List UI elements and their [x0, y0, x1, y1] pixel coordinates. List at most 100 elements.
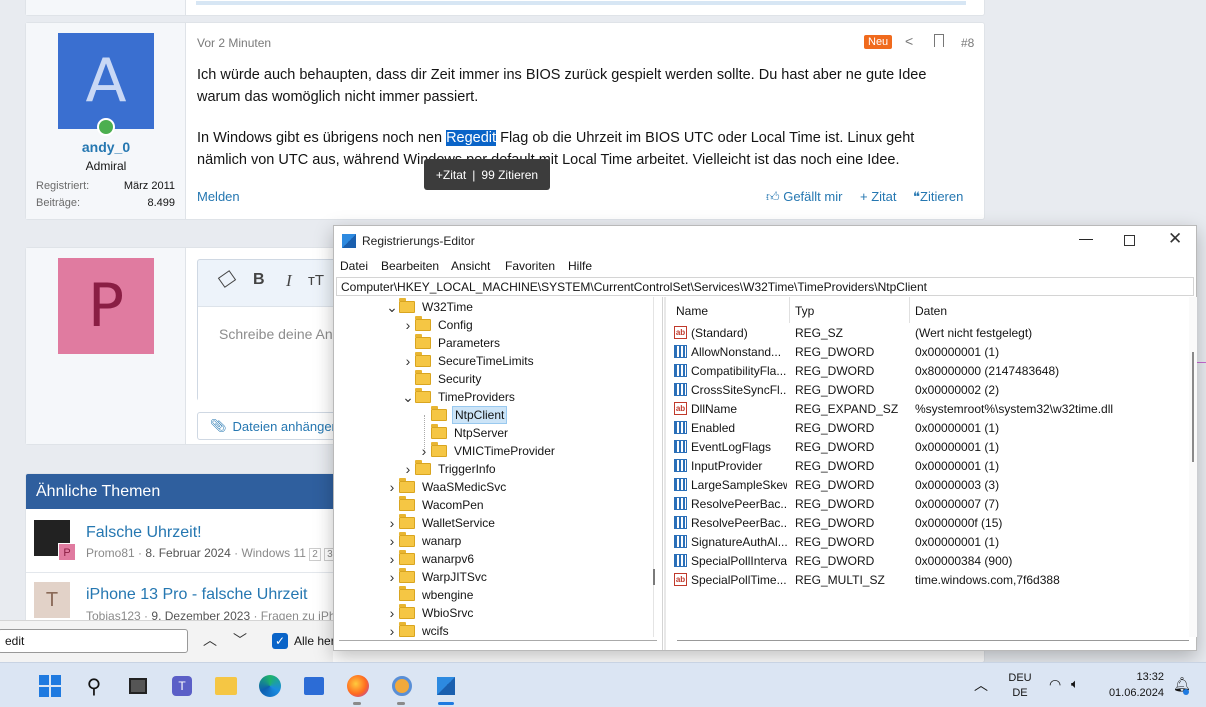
chevron-right-icon[interactable]: ›: [401, 317, 415, 333]
value-row[interactable]: EventLogFlags REG_DWORD 0x00000001 (1): [667, 437, 1197, 456]
column-data[interactable]: Daten: [915, 304, 947, 318]
minimize-icon[interactable]: —: [1079, 230, 1093, 246]
tree-node[interactable]: › wanarpv6: [385, 550, 476, 568]
tree-node[interactable]: › Config: [401, 316, 475, 334]
wifi-icon[interactable]: ◠: [1049, 676, 1061, 693]
bold-button[interactable]: B: [253, 271, 265, 289]
column-type[interactable]: Typ: [795, 304, 814, 318]
chevron-right-icon[interactable]: ›: [401, 461, 415, 477]
author-name[interactable]: andy_0: [26, 139, 186, 155]
tree-node[interactable]: ⌄ TimeProviders: [401, 388, 517, 406]
tree-node[interactable]: Parameters: [401, 334, 502, 352]
message-input[interactable]: Schreibe deine An: [219, 326, 333, 342]
value-row[interactable]: SpecialPollInterval REG_DWORD 0x00000384 (…: [667, 551, 1197, 570]
chevron-right-icon[interactable]: ›: [401, 353, 415, 369]
value-row[interactable]: CrossSiteSyncFl... REG_DWORD 0x00000002 (2…: [667, 380, 1197, 399]
cite-button[interactable]: ❝Zitieren: [913, 189, 963, 205]
tree-node[interactable]: › wanarp: [385, 532, 463, 550]
input-language[interactable]: DEU DE: [1008, 672, 1032, 699]
value-row[interactable]: AllowNonstand... REG_DWORD 0x00000001 (1): [667, 342, 1197, 361]
value-row[interactable]: ResolvePeerBac... REG_DWORD 0x0000000f (15…: [667, 513, 1197, 532]
clock[interactable]: 13:32 01.06.2024: [1100, 671, 1164, 699]
maximize-icon[interactable]: [1124, 235, 1135, 246]
text-size-button[interactable]: тT: [308, 272, 324, 289]
column-name[interactable]: Name: [676, 304, 708, 318]
value-row[interactable]: Enabled REG_DWORD 0x00000001 (1): [667, 418, 1197, 437]
like-button[interactable]: 👍︎ Gefällt mir: [766, 189, 842, 205]
value-row[interactable]: LargeSampleSkew REG_DWORD 0x00000003 (3): [667, 475, 1197, 494]
bookmark-icon[interactable]: [934, 34, 944, 47]
search-icon[interactable]: ⚲: [82, 674, 106, 698]
avatar[interactable]: A: [58, 33, 154, 129]
tree-node[interactable]: › WbioSrvc: [385, 604, 475, 622]
tree-node[interactable]: NtpServer: [417, 424, 510, 442]
thread-title-2[interactable]: iPhone 13 Pro - falsche Uhrzeit: [86, 586, 307, 604]
volume-icon[interactable]: 🔈︎: [1071, 676, 1079, 692]
values-vertical-scrollbar[interactable]: [1192, 352, 1194, 462]
tree-horizontal-scrollbar[interactable]: [339, 640, 657, 641]
value-row[interactable]: ab DllName REG_EXPAND_SZ %systemroot%\syste…: [667, 399, 1197, 418]
report-link[interactable]: Melden: [197, 189, 240, 204]
tree-node[interactable]: › wcifs: [385, 622, 451, 640]
menu-datei[interactable]: Datei: [340, 259, 368, 273]
chevron-right-icon[interactable]: ›: [385, 623, 399, 639]
tooltip-quote-button[interactable]: +Zitat: [436, 168, 466, 182]
tree-node[interactable]: › WaaSMedicSvc: [385, 478, 508, 496]
tree-node[interactable]: ⌄ W32Time: [385, 298, 475, 316]
post-number[interactable]: #8: [961, 36, 974, 50]
tree-node[interactable]: wbengine: [385, 586, 475, 604]
value-row[interactable]: CompatibilityFla... REG_DWORD 0x80000000 (…: [667, 361, 1197, 380]
value-row[interactable]: ab (Standard) REG_SZ (Wert nicht festgelegt…: [667, 323, 1197, 342]
teams-icon[interactable]: T: [170, 674, 194, 698]
tree-node[interactable]: › WarpJITSvc: [385, 568, 489, 586]
chevron-right-icon[interactable]: ›: [385, 515, 399, 531]
tree-node[interactable]: WacomPen: [385, 496, 486, 514]
address-bar[interactable]: Computer\HKEY_LOCAL_MACHINE\SYSTEM\Curre…: [336, 277, 1194, 296]
highlight-all-checkbox[interactable]: ✓: [272, 633, 288, 649]
find-next-icon[interactable]: ﹀: [233, 630, 247, 650]
chevron-down-icon[interactable]: ⌄: [385, 299, 399, 316]
close-icon[interactable]: ✕: [1168, 229, 1182, 249]
share-icon[interactable]: <: [905, 33, 913, 49]
thread-title-1[interactable]: Falsche Uhrzeit!: [86, 524, 202, 542]
values-horizontal-scrollbar[interactable]: [677, 640, 1189, 641]
tree-node[interactable]: › SecureTimeLimits: [401, 352, 536, 370]
chevron-right-icon[interactable]: ›: [385, 533, 399, 549]
pane-splitter[interactable]: [664, 297, 666, 650]
page-link[interactable]: 2: [309, 548, 321, 561]
store-icon[interactable]: [302, 674, 326, 698]
menu-favoriten[interactable]: Favoriten: [505, 259, 555, 273]
menu-bearbeiten[interactable]: Bearbeiten: [381, 259, 439, 273]
firefox-icon[interactable]: [346, 674, 370, 698]
chevron-down-icon[interactable]: ⌄: [401, 389, 415, 406]
find-input[interactable]: edit: [0, 629, 188, 653]
quote-button[interactable]: + Zitat: [860, 189, 897, 204]
tree-node[interactable]: › VMICTimeProvider: [417, 442, 557, 460]
tree-node[interactable]: Security: [401, 370, 483, 388]
edge-icon[interactable]: [258, 674, 282, 698]
post-time[interactable]: Vor 2 Minuten: [197, 36, 271, 50]
tree-node[interactable]: NtpClient: [417, 406, 508, 424]
chevron-right-icon[interactable]: ›: [385, 479, 399, 495]
chevron-up-icon[interactable]: ︿: [974, 675, 988, 695]
app-icon[interactable]: [390, 674, 414, 698]
tree-node[interactable]: › WalletService: [385, 514, 497, 532]
tree-vertical-scrollbar[interactable]: [653, 569, 655, 585]
start-icon[interactable]: [38, 674, 62, 698]
menu-ansicht[interactable]: Ansicht: [451, 259, 490, 273]
value-row[interactable]: ab SpecialPollTime... REG_MULTI_SZ time.win…: [667, 570, 1197, 589]
task-view-icon[interactable]: [126, 674, 150, 698]
italic-button[interactable]: I: [286, 271, 292, 291]
thread-avatar[interactable]: T: [34, 582, 70, 618]
value-row[interactable]: SignatureAuthAl... REG_DWORD 0x00000001 (1…: [667, 532, 1197, 551]
tooltip-cite-button[interactable]: 99 Zitieren: [481, 168, 538, 182]
chevron-right-icon[interactable]: ›: [385, 569, 399, 585]
regedit-taskbar-icon[interactable]: [434, 674, 458, 698]
value-row[interactable]: InputProvider REG_DWORD 0x00000001 (1): [667, 456, 1197, 475]
value-row[interactable]: ResolvePeerBac... REG_DWORD 0x00000007 (7): [667, 494, 1197, 513]
chevron-right-icon[interactable]: ›: [385, 551, 399, 567]
chevron-right-icon[interactable]: ›: [385, 605, 399, 621]
find-previous-icon[interactable]: ︿: [203, 630, 217, 650]
file-explorer-icon[interactable]: [214, 674, 238, 698]
menu-hilfe[interactable]: Hilfe: [568, 259, 592, 273]
